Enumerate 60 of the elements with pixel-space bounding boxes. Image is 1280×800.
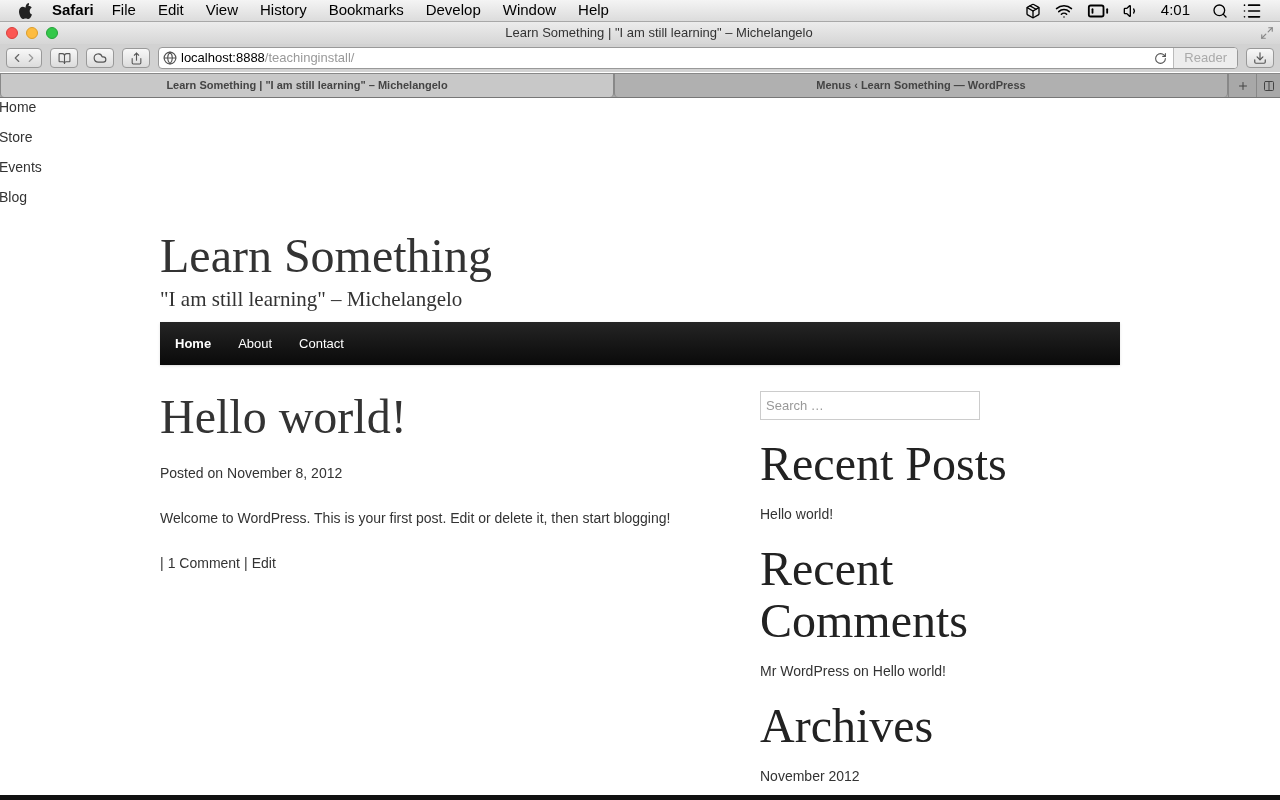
browser-tab[interactable]: Menus ‹ Learn Something — WordPress <box>614 74 1228 97</box>
post-body: Welcome to WordPress. This is your first post. Edit or delete it, then start blogging! <box>160 509 672 528</box>
separator: | <box>244 554 248 573</box>
menu-item[interactable]: File <box>111 0 136 22</box>
clock[interactable]: 4:01 <box>1160 0 1190 22</box>
back-forward-button[interactable] <box>6 48 42 68</box>
post-date-link[interactable]: November 8, 2012 <box>227 463 343 484</box>
book-icon <box>57 51 71 65</box>
share-button[interactable] <box>122 48 150 68</box>
top-menu-link[interactable]: Home <box>0 98 1280 128</box>
search-field[interactable]: Search … <box>760 391 980 420</box>
plus-icon <box>1236 79 1249 92</box>
menu-item[interactable]: Bookmarks <box>328 0 404 22</box>
menu-item[interactable]: Help <box>578 0 609 22</box>
menu-item[interactable]: View <box>205 0 238 22</box>
separator: | <box>160 554 164 573</box>
url-text: localhost:8888/teachinginstall/ <box>181 49 355 68</box>
menu-item[interactable]: History <box>260 0 307 22</box>
download-icon <box>1253 51 1267 65</box>
app-menu[interactable]: Safari <box>52 0 94 22</box>
comments-link[interactable]: 1 Comment <box>167 553 240 574</box>
comment-post-link[interactable]: Hello world! <box>872 661 946 682</box>
top-menu-link[interactable]: Events <box>0 158 1280 188</box>
cloud-button[interactable] <box>86 48 114 68</box>
fullscreen-icon[interactable] <box>1260 26 1274 40</box>
edit-link[interactable]: Edit <box>251 553 276 574</box>
widget-link[interactable]: November 2012 <box>760 766 1060 787</box>
widget-title: Recent Posts <box>760 438 1008 490</box>
nav-link[interactable]: Home <box>175 333 212 354</box>
globe-icon <box>163 51 177 65</box>
box-icon[interactable] <box>1024 2 1041 19</box>
menu-item[interactable]: Edit <box>157 0 184 22</box>
top-menu-link[interactable]: Blog <box>0 188 1280 218</box>
nav-link[interactable]: About <box>238 333 273 354</box>
cloud-icon <box>93 51 107 65</box>
site-tagline: "I am still learning" – Michelangelo <box>160 286 464 313</box>
post-title[interactable]: Hello world! <box>160 391 760 443</box>
downloads-button[interactable] <box>1246 48 1274 68</box>
post-meta: Posted on <box>160 464 224 483</box>
menu-item[interactable]: Develop <box>425 0 481 22</box>
close-button[interactable] <box>6 27 18 39</box>
zoom-button[interactable] <box>46 27 58 39</box>
comment-joiner: on <box>853 662 869 681</box>
share-icon <box>129 51 143 65</box>
search-icon[interactable] <box>1212 2 1228 19</box>
menu-item[interactable]: Window <box>502 0 557 22</box>
nav-link[interactable]: Contact <box>299 333 344 354</box>
comment-author: Mr WordPress <box>760 662 850 681</box>
columns-icon <box>1262 79 1275 92</box>
address-field[interactable]: localhost:8888/teachinginstall/ Reader <box>158 47 1238 69</box>
widget-link[interactable]: Hello world! <box>760 504 1060 525</box>
window-title: Learn Something | "I am still learning" – Michelangelo <box>504 24 814 43</box>
reload-icon[interactable] <box>1154 51 1168 65</box>
widget-title: Archives <box>760 700 935 752</box>
widget-title: Recent Comments <box>760 543 969 647</box>
reading-list-button[interactable] <box>50 48 78 68</box>
site-title[interactable]: Learn Something <box>160 226 1120 286</box>
browser-tab[interactable]: Learn Something | "I am still learning" – Michelangelo <box>0 74 614 97</box>
top-menu-link[interactable]: Store <box>0 128 1280 158</box>
apple-logo-icon[interactable] <box>18 1 34 20</box>
